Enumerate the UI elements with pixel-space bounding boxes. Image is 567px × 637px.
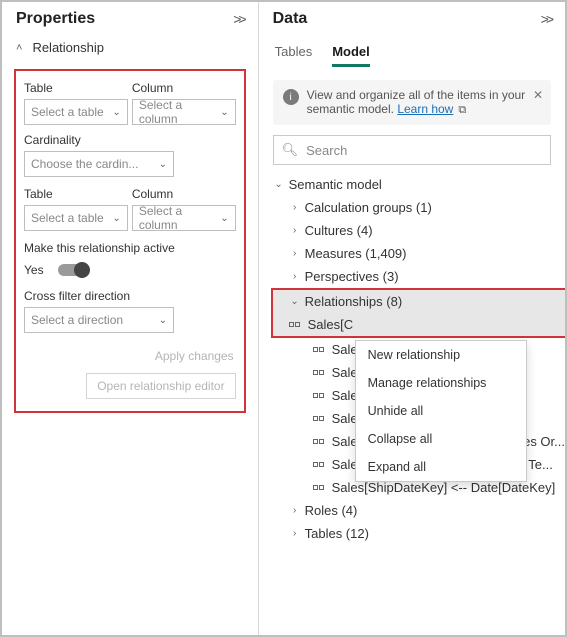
column2-label: Column — [132, 187, 236, 201]
column2-placeholder: Select a column — [139, 204, 220, 232]
open-relationship-editor-button[interactable]: Open relationship editor — [86, 373, 235, 399]
chevron-down-icon: ⌄ — [112, 107, 120, 118]
data-pane: Data >> Tables Model i View and organize… — [259, 2, 565, 635]
search-placeholder: Search — [306, 143, 347, 158]
chevron-down-icon: ⌄ — [220, 213, 228, 224]
chevron-down-icon: ⌄ — [273, 179, 285, 190]
relationship-icon — [313, 393, 324, 398]
ctx-expand-all[interactable]: Expand all — [356, 453, 526, 481]
relationship-icon — [313, 370, 324, 375]
tree-root[interactable]: ⌄Semantic model — [259, 173, 565, 196]
chevron-up-icon: ˄ — [16, 42, 22, 54]
data-tabs: Tables Model — [259, 38, 565, 68]
collapse-pane-icon[interactable]: >> — [541, 11, 551, 27]
relationship-form: Table Select a table ⌄ Column Select a c… — [14, 69, 246, 413]
ctx-collapse-all[interactable]: Collapse all — [356, 425, 526, 453]
crossfilter-select[interactable]: Select a direction ⌄ — [24, 307, 174, 333]
info-banner: i View and organize all of the items in … — [273, 80, 551, 125]
active-value: Yes — [24, 263, 44, 277]
data-header: Data >> — [259, 2, 565, 34]
tree-roles[interactable]: ›Roles (4) — [259, 499, 565, 522]
context-menu: New relationship Manage relationships Un… — [355, 340, 527, 482]
relationship-icon — [289, 322, 300, 327]
learn-how-link[interactable]: Learn how — [397, 102, 453, 116]
tab-model[interactable]: Model — [332, 38, 370, 67]
relationship-icon — [313, 347, 324, 352]
app-frame: Properties >> ˄ Relationship Table Selec… — [0, 0, 567, 637]
tree-perspectives[interactable]: ›Perspectives (3) — [259, 265, 565, 288]
cardinality-label: Cardinality — [24, 133, 236, 147]
relationship-icon — [313, 485, 324, 490]
collapse-pane-icon[interactable]: >> — [233, 11, 243, 27]
chevron-down-icon: ⌄ — [289, 296, 301, 307]
relationship-icon — [313, 439, 324, 444]
table2-placeholder: Select a table — [31, 211, 104, 225]
crossfilter-label: Cross filter direction — [24, 289, 236, 303]
table2-label: Table — [24, 187, 128, 201]
data-title: Data — [273, 10, 308, 28]
active-toggle[interactable] — [58, 264, 88, 276]
tree-cultures[interactable]: ›Cultures (4) — [259, 219, 565, 242]
table1-select[interactable]: Select a table ⌄ — [24, 99, 128, 125]
info-icon: i — [283, 89, 299, 105]
chevron-down-icon: ⌄ — [159, 159, 167, 170]
tree-tables[interactable]: ›Tables (12) — [259, 522, 565, 545]
properties-pane: Properties >> ˄ Relationship Table Selec… — [2, 2, 259, 635]
relationship-section-label: Relationship — [32, 40, 104, 55]
properties-title: Properties — [16, 10, 95, 28]
table1-label: Table — [24, 81, 128, 95]
chevron-down-icon: ⌄ — [159, 315, 167, 326]
close-icon[interactable]: ✕ — [533, 88, 543, 102]
tree-relationships-selected: ⌄Relationships (8) Sales[C — [271, 288, 565, 338]
chevron-right-icon: › — [289, 528, 301, 539]
ctx-manage-relationships[interactable]: Manage relationships — [356, 369, 526, 397]
cardinality-select[interactable]: Choose the cardin... ⌄ — [24, 151, 174, 177]
chevron-right-icon: › — [289, 505, 301, 516]
chevron-right-icon: › — [289, 202, 301, 213]
external-link-icon: ⧉ — [455, 104, 466, 116]
search-input[interactable]: 🔍︎ Search — [273, 135, 551, 165]
chevron-right-icon: › — [289, 225, 301, 236]
relationship-section-header[interactable]: ˄ Relationship — [2, 34, 258, 69]
tree-measures[interactable]: ›Measures (1,409) — [259, 242, 565, 265]
ctx-unhide-all[interactable]: Unhide all — [356, 397, 526, 425]
column1-select[interactable]: Select a column ⌄ — [132, 99, 236, 125]
chevron-right-icon: › — [289, 248, 301, 259]
active-label: Make this relationship active — [24, 241, 236, 255]
tree-relationships[interactable]: ⌄Relationships (8) — [289, 290, 565, 313]
tree-calculation-groups[interactable]: ›Calculation groups (1) — [259, 196, 565, 219]
info-text: View and organize all of the items in yo… — [307, 88, 541, 117]
tab-tables[interactable]: Tables — [275, 38, 313, 67]
tree-relationship-item[interactable]: Sales[C — [289, 313, 565, 336]
relationship-icon — [313, 416, 324, 421]
column1-placeholder: Select a column — [139, 98, 220, 126]
apply-changes-button[interactable]: Apply changes — [153, 345, 236, 367]
column2-select[interactable]: Select a column ⌄ — [132, 205, 236, 231]
search-icon: 🔍︎ — [282, 142, 299, 158]
ctx-new-relationship[interactable]: New relationship — [356, 341, 526, 369]
crossfilter-placeholder: Select a direction — [31, 313, 123, 327]
chevron-down-icon: ⌄ — [220, 107, 228, 118]
chevron-down-icon: ⌄ — [112, 213, 120, 224]
properties-header: Properties >> — [2, 2, 258, 34]
chevron-right-icon: › — [289, 271, 301, 282]
table1-placeholder: Select a table — [31, 105, 104, 119]
relationship-icon — [313, 462, 324, 467]
column1-label: Column — [132, 81, 236, 95]
cardinality-placeholder: Choose the cardin... — [31, 157, 138, 171]
table2-select[interactable]: Select a table ⌄ — [24, 205, 128, 231]
